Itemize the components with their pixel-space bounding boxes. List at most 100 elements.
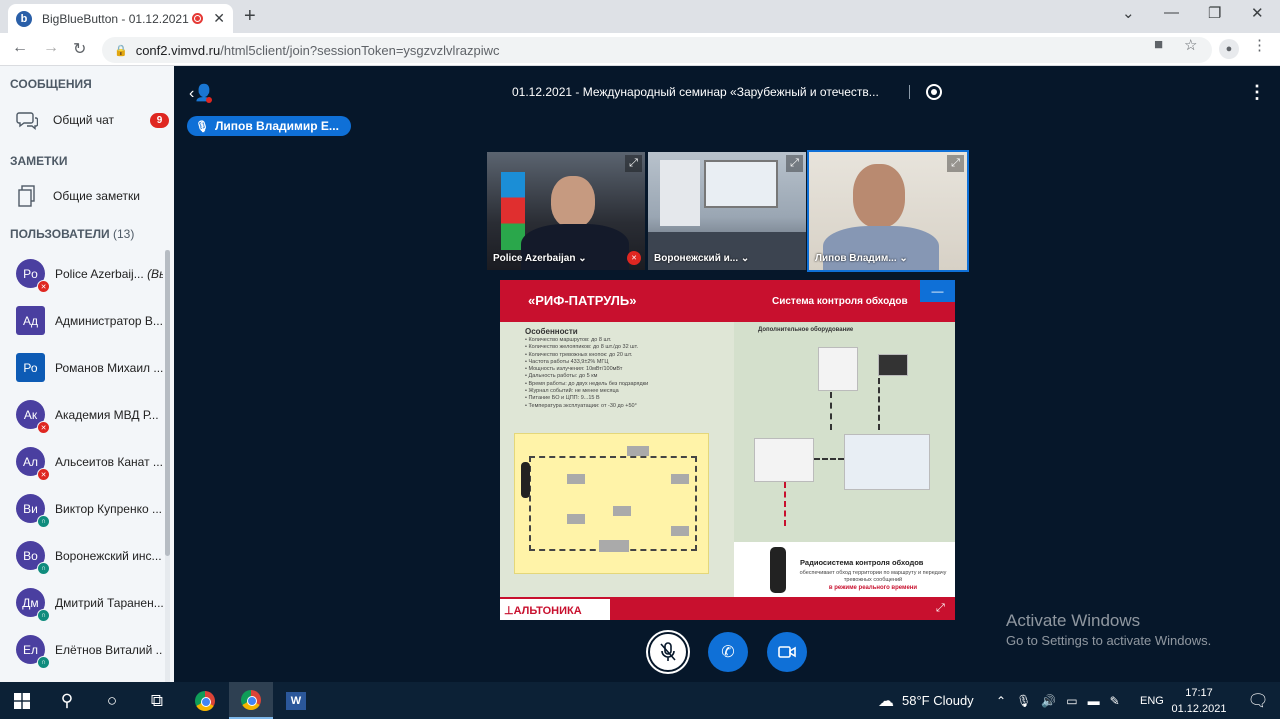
- tab-close-icon[interactable]: ✕: [213, 10, 225, 27]
- chrome-active-taskbar-icon[interactable]: [229, 682, 273, 719]
- notifications-icon[interactable]: 🗨: [1236, 682, 1280, 719]
- title-separator: [909, 85, 910, 99]
- recording-indicator-icon: [192, 13, 204, 24]
- chrome-taskbar-icon[interactable]: [183, 682, 227, 719]
- user-list-item[interactable]: Ал ✕ Альсеитов Канат ...: [0, 438, 166, 485]
- chrome-icon: [195, 690, 215, 711]
- processing-unit: [844, 434, 930, 490]
- user-list-item[interactable]: Ак ✕ Академия МВД Р...: [0, 391, 166, 438]
- browser-tab-bar: b BigBlueButton - 01.12.2021 ✕ + ⌄ — ❐ ✕: [0, 0, 1280, 33]
- profile-avatar-icon[interactable]: ●: [1219, 39, 1239, 59]
- new-tab-icon[interactable]: +: [244, 5, 256, 28]
- url-input[interactable]: 🔒 conf2.vimvd.ru/html5client/join?sessio…: [102, 37, 1212, 63]
- user-name: Police Azerbaij... (Вы): [55, 267, 163, 281]
- presentation-slide[interactable]: «РИФ-ПАТРУЛЬ» Система контроля обходов О…: [500, 280, 955, 620]
- user-list-item[interactable]: Ел ∩ Елётнов Виталий ...: [0, 626, 166, 673]
- public-chat-label: Общий чат: [53, 113, 114, 127]
- user-list-item[interactable]: Po✕Police Azerbaij... (Вы): [0, 250, 166, 297]
- user-list-item[interactable]: Дм ∩ Дмитрий Таранен...: [0, 579, 166, 626]
- feature-item: Количество тревожных кнопок: до 20 шт.: [525, 352, 648, 359]
- forward-icon[interactable]: →: [43, 39, 59, 57]
- connection-line: [814, 458, 844, 460]
- muted-mic-icon: ✕: [37, 421, 50, 434]
- system-tray-icons: ⌃ 🎙 🔊 ▭ ▬ ✎: [996, 682, 1130, 719]
- back-icon[interactable]: ←: [12, 39, 28, 57]
- unread-count-badge: 9: [150, 112, 169, 128]
- mic-tray-icon[interactable]: 🎙: [1016, 694, 1031, 708]
- video-tile-voronezh[interactable]: ⤢ Воронежский и... ⌄: [648, 152, 806, 270]
- battery-icon[interactable]: ▬: [1088, 694, 1100, 708]
- user-list-scrollbar-thumb[interactable]: [165, 250, 170, 556]
- activate-windows-watermark: Activate Windows Go to Settings to activ…: [1006, 611, 1211, 648]
- video-tile-lipov[interactable]: ⤢ Липов Владим... ⌄: [807, 150, 969, 272]
- leave-audio-button[interactable]: ✆: [708, 632, 748, 672]
- video-user-name: Липов Владим... ⌄: [815, 253, 908, 264]
- radio-system-title: Радиосистема контроля обходов: [800, 558, 924, 567]
- unmute-button[interactable]: [648, 632, 688, 672]
- word-taskbar-icon[interactable]: W: [274, 682, 318, 719]
- share-webcam-button[interactable]: [767, 632, 807, 672]
- options-menu-icon[interactable]: ⋮: [1248, 82, 1266, 103]
- task-view-icon[interactable]: ⧉: [135, 682, 179, 719]
- bookmark-star-icon[interactable]: ☆: [1184, 36, 1197, 54]
- recording-button[interactable]: [926, 84, 942, 100]
- user-list-item[interactable]: Ро Романов Михаил ...: [0, 344, 166, 391]
- browser-menu-icon[interactable]: ⋮: [1252, 36, 1267, 54]
- fullscreen-icon[interactable]: ⤢: [625, 155, 642, 172]
- network-icon[interactable]: ▭: [1066, 694, 1077, 708]
- avatar: Ад: [16, 306, 45, 335]
- taskbar-clock[interactable]: 17:17 01.12.2021: [1170, 685, 1228, 717]
- feature-item: Журнал событий: не менее месяца: [525, 388, 648, 395]
- browser-tab[interactable]: b BigBlueButton - 01.12.2021 ✕: [8, 4, 233, 33]
- minimize-presentation-button[interactable]: —: [920, 280, 955, 302]
- talking-user-name: Липов Владимир Е...: [214, 119, 339, 133]
- building: [671, 526, 689, 536]
- pen-icon[interactable]: ✎: [1110, 694, 1120, 708]
- volume-icon[interactable]: 🔊: [1041, 694, 1056, 708]
- cortana-icon[interactable]: ○: [90, 682, 134, 719]
- radio-system-highlight: в режиме реального времени: [828, 585, 918, 591]
- public-chat-item[interactable]: Общий чат 9: [0, 103, 174, 137]
- microphone-icon: 🎙: [195, 120, 209, 133]
- equipment-title: Дополнительное оборудование: [758, 327, 854, 333]
- shared-notes-item[interactable]: Общие заметки: [0, 179, 174, 213]
- user-name: Воронежский инс...: [55, 549, 162, 563]
- feature-item: Количество маршрутов: до 8 шт.: [525, 337, 648, 344]
- user-list-item[interactable]: Ви ∩ Виктор Купренко ...: [0, 485, 166, 532]
- feature-item: Количество желояпиков: до 8 шт./до 32 шт…: [525, 344, 648, 351]
- slide-title: «РИФ-ПАТРУЛЬ»: [528, 293, 637, 308]
- search-icon[interactable]: ⚲: [45, 682, 89, 719]
- altonika-logo: ⊥АЛЬТОНИКА: [504, 605, 582, 617]
- video-tile-police-azerbaijan[interactable]: ⤢ Police Azerbaijan ⌄ ✕: [487, 152, 645, 270]
- show-hidden-icons-icon[interactable]: ⌃: [996, 694, 1006, 708]
- notes-header: ЗАМЕТКИ: [10, 154, 68, 168]
- minimize-window-icon[interactable]: —: [1164, 4, 1179, 21]
- user-list-item[interactable]: Ад Администратор В...: [0, 297, 166, 344]
- fullscreen-icon[interactable]: ⤢: [947, 155, 964, 172]
- fullscreen-icon[interactable]: ⤢: [786, 155, 803, 172]
- features-title: Особенности: [525, 327, 578, 336]
- cloud-icon: ☁: [878, 692, 894, 710]
- close-window-icon[interactable]: ✕: [1251, 4, 1264, 22]
- listen-only-icon: ∩: [37, 609, 50, 622]
- slide-fullscreen-icon[interactable]: ⤢: [936, 602, 945, 615]
- building: [671, 474, 689, 484]
- reload-icon[interactable]: ↻: [73, 39, 86, 59]
- weather-widget[interactable]: ☁ 58°F Cloudy: [878, 682, 974, 719]
- building: [627, 446, 649, 456]
- weather-text: 58°F Cloudy: [902, 693, 974, 708]
- user-list-item[interactable]: Во ∩ Воронежский инс...: [0, 532, 166, 579]
- tab-search-icon[interactable]: ⌄: [1122, 4, 1135, 22]
- camera-permission-icon[interactable]: ■: [1154, 36, 1163, 53]
- restore-window-icon[interactable]: ❐: [1208, 4, 1221, 22]
- feature-item: Время работы: до двух недель без подзаря…: [525, 381, 648, 388]
- lock-icon: 🔒: [114, 44, 128, 57]
- windows-start-icon[interactable]: [0, 682, 44, 719]
- word-icon: W: [286, 691, 306, 710]
- user-name: Альсеитов Канат ...: [55, 455, 163, 469]
- listen-only-icon: ∩: [37, 656, 50, 669]
- input-language[interactable]: ENG: [1140, 682, 1164, 719]
- chrome-icon: [241, 689, 261, 710]
- talking-indicator[interactable]: 🎙 Липов Владимир Е...: [187, 116, 351, 136]
- listen-only-icon: ∩: [37, 515, 50, 528]
